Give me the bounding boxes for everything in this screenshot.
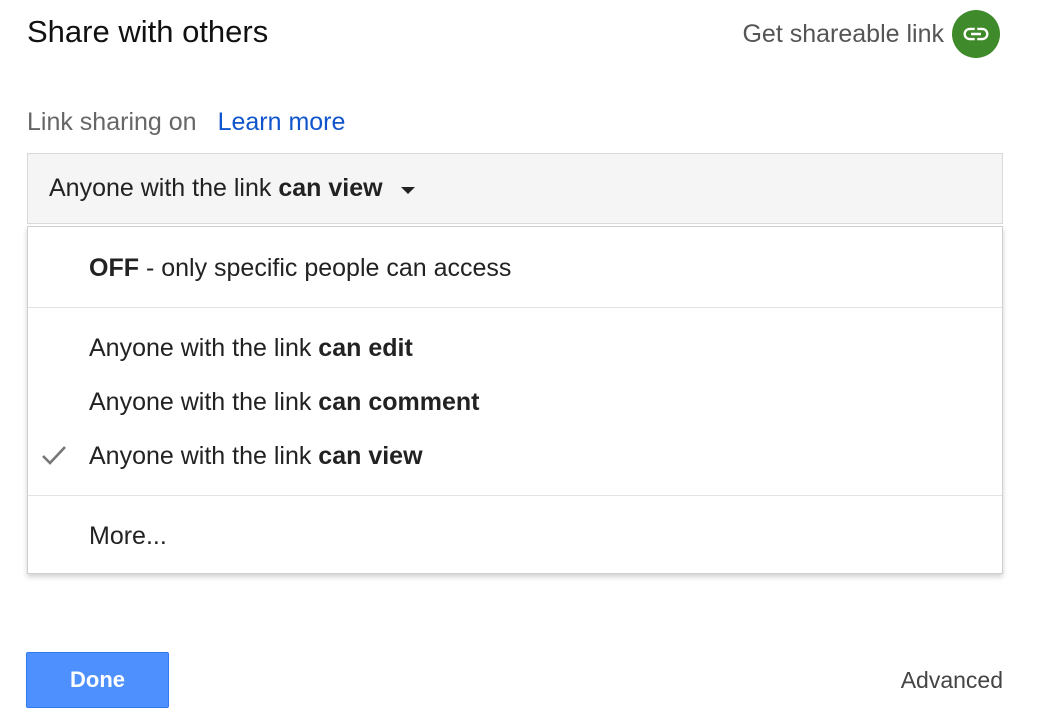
link-icon[interactable] (952, 10, 1000, 58)
dialog-title: Share with others (27, 14, 269, 49)
menu-item-can-view-label: Anyone with the link can view (89, 442, 423, 471)
checkmark-icon (41, 443, 67, 474)
menu-item-off-bold: OFF (89, 253, 139, 282)
menu-item-off[interactable]: OFF - only specific people can access (28, 241, 1002, 295)
menu-item-can-comment-bold: can comment (318, 387, 480, 416)
get-shareable-link-button[interactable]: Get shareable link (742, 10, 1000, 58)
access-level-dropdown[interactable]: Anyone with the link can view (27, 153, 1003, 224)
menu-item-off-rest: - only specific people can access (139, 253, 512, 282)
access-level-prefix: Anyone with the link (49, 174, 272, 202)
get-shareable-link-label: Get shareable link (742, 19, 944, 48)
menu-divider (28, 495, 1002, 496)
advanced-link[interactable]: Advanced (901, 667, 1003, 694)
menu-item-can-view[interactable]: Anyone with the link can view (28, 429, 1002, 483)
menu-item-can-edit-prefix: Anyone with the link (89, 333, 319, 362)
menu-item-can-comment-label: Anyone with the link can comment (89, 388, 479, 417)
menu-item-can-edit-label: Anyone with the link can edit (89, 334, 413, 363)
link-sharing-status: Link sharing on Learn more (27, 108, 345, 137)
done-button[interactable]: Done (26, 652, 169, 708)
access-level-menu: OFF - only specific people can access An… (27, 226, 1003, 574)
link-sharing-status-text: Link sharing on (27, 108, 197, 136)
menu-item-can-comment-prefix: Anyone with the link (89, 387, 319, 416)
menu-item-more[interactable]: More... (28, 509, 1002, 563)
menu-item-can-edit[interactable]: Anyone with the link can edit (28, 321, 1002, 375)
menu-item-can-view-bold: can view (318, 441, 423, 470)
learn-more-link[interactable]: Learn more (218, 108, 346, 137)
menu-item-more-label: More... (89, 521, 167, 550)
menu-item-can-comment[interactable]: Anyone with the link can comment (28, 375, 1002, 429)
menu-item-off-label: OFF - only specific people can access (89, 254, 511, 283)
access-level-value: can view (278, 174, 383, 202)
share-dialog: Share with others Get shareable link Lin… (0, 0, 1050, 724)
menu-divider (28, 307, 1002, 308)
chevron-down-icon (400, 186, 415, 194)
menu-item-can-view-prefix: Anyone with the link (89, 441, 319, 470)
menu-item-can-edit-bold: can edit (318, 333, 413, 362)
